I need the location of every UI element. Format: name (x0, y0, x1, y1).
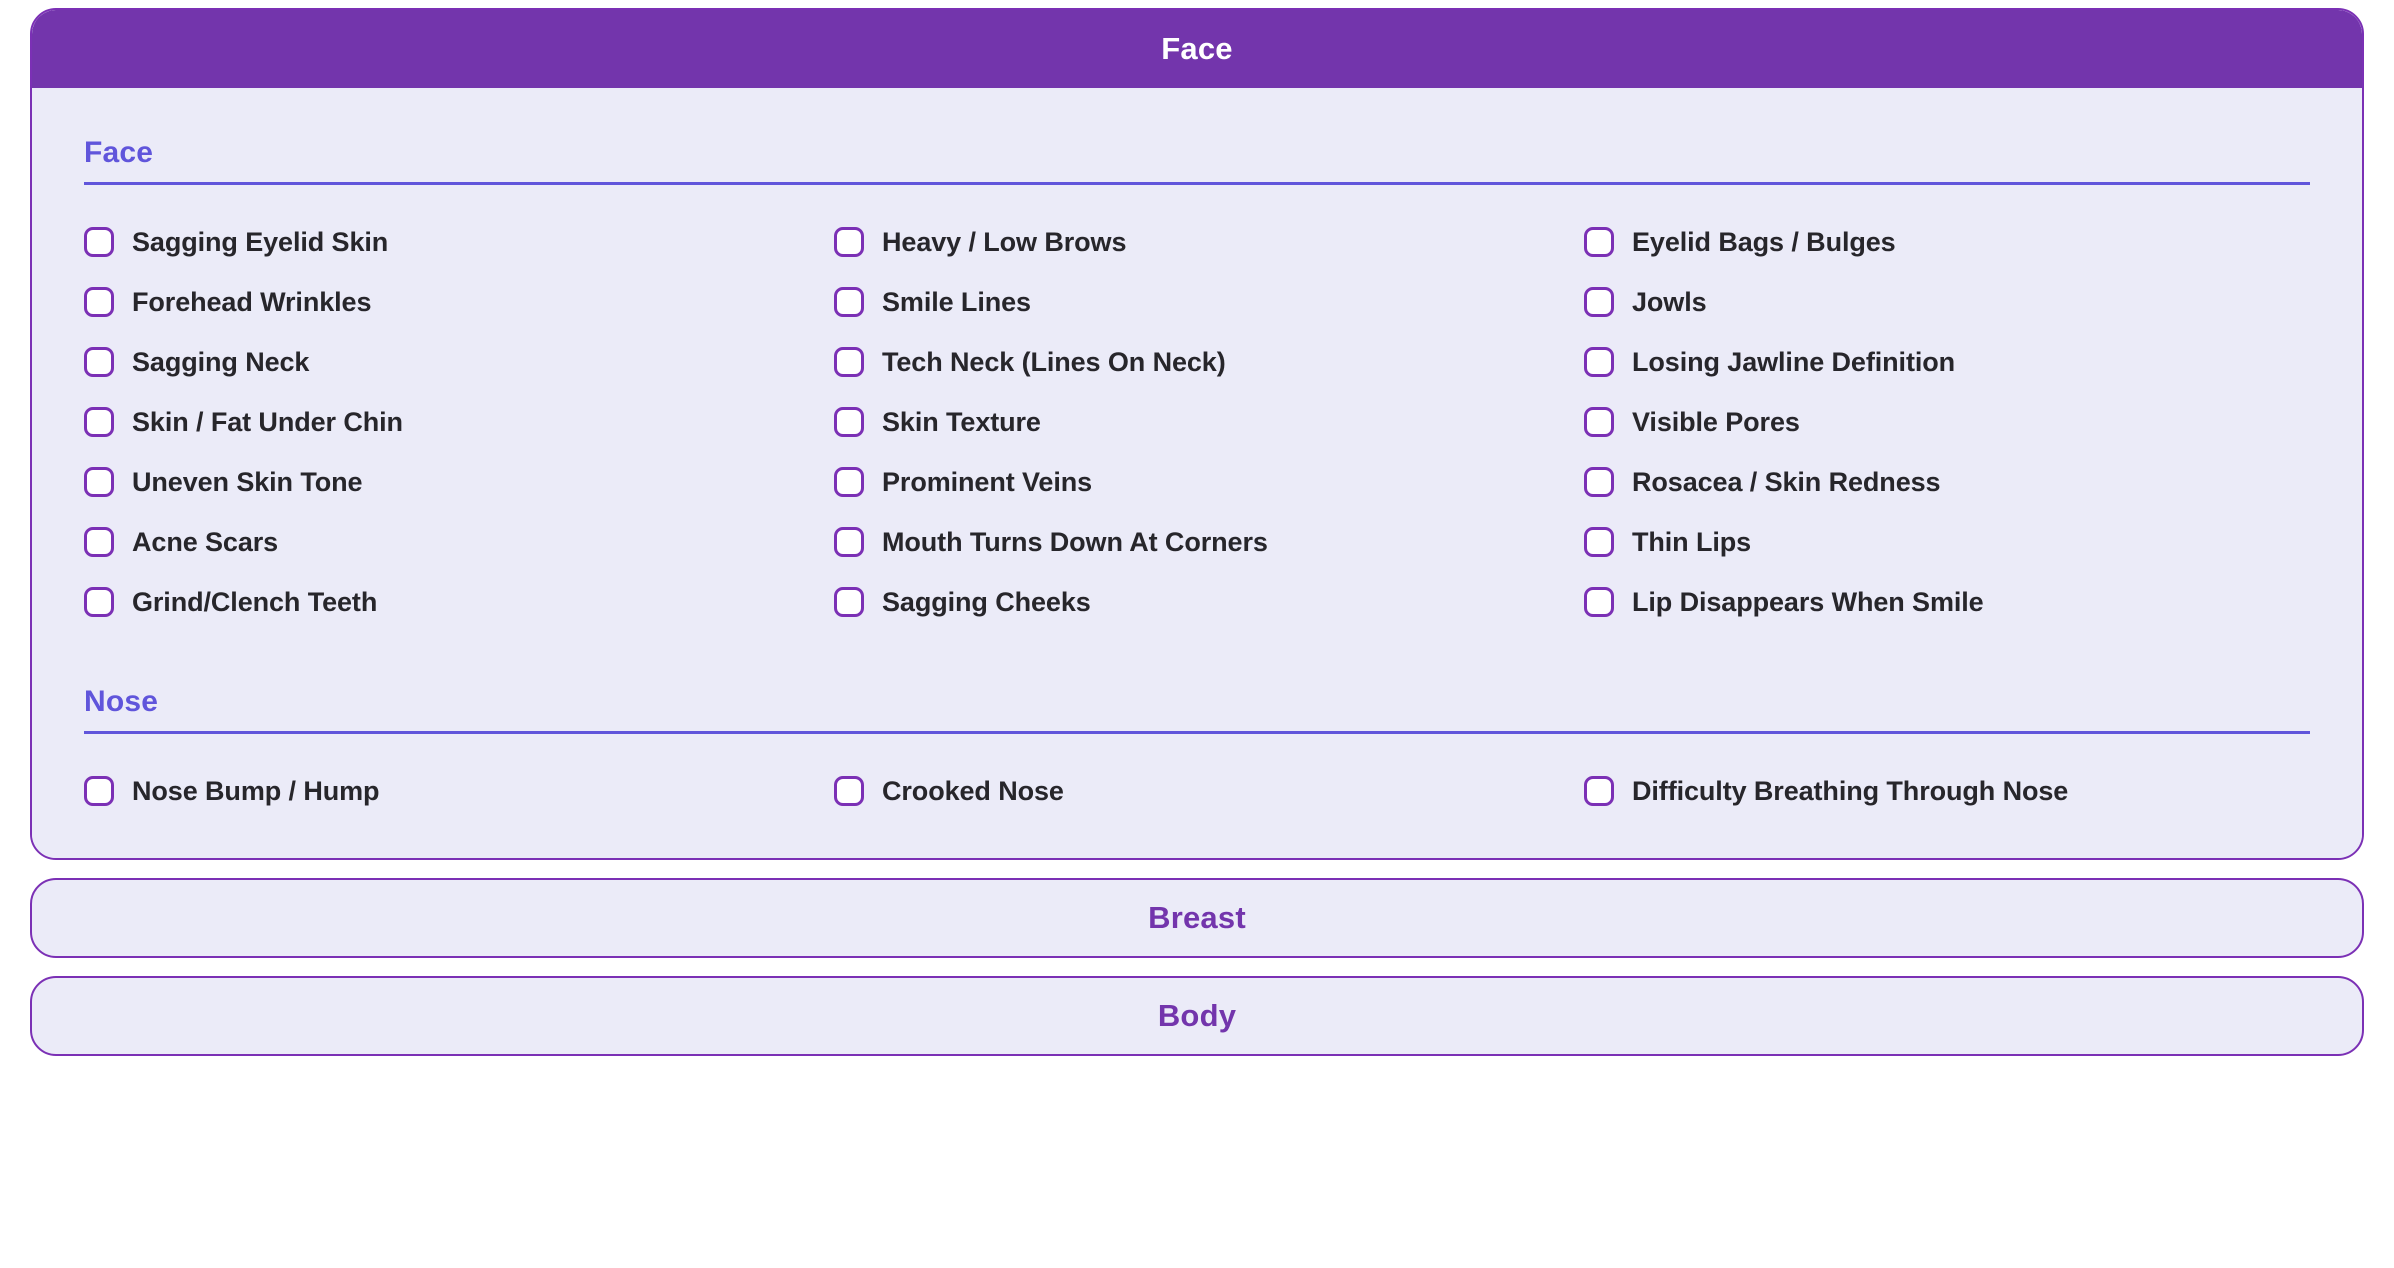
checkbox-label: Sagging Cheeks (882, 586, 1091, 617)
checkbox-item-sagging-cheeks[interactable]: Sagging Cheeks (834, 581, 1584, 623)
checkbox-label: Grind/Clench Teeth (132, 586, 378, 617)
checkbox-icon[interactable] (834, 776, 864, 806)
checkbox-item-forehead-wrinkles[interactable]: Forehead Wrinkles (84, 281, 834, 323)
checkbox-icon[interactable] (1584, 467, 1614, 497)
checkbox-label: Eyelid Bags / Bulges (1632, 226, 1896, 257)
checkbox-icon[interactable] (84, 227, 114, 257)
checkbox-item-thin-lips[interactable]: Thin Lips (1584, 521, 2310, 563)
checkbox-item-sagging-eyelid-skin[interactable]: Sagging Eyelid Skin (84, 221, 834, 263)
section-divider-face (84, 182, 2310, 185)
checkbox-item-difficulty-breathing-through-nose[interactable]: Difficulty Breathing Through Nose (1584, 770, 2310, 812)
checkbox-label: Uneven Skin Tone (132, 466, 363, 497)
checkbox-label: Skin / Fat Under Chin (132, 406, 403, 437)
checkbox-label: Rosacea / Skin Redness (1632, 466, 1941, 497)
checkbox-label: Smile Lines (882, 286, 1031, 317)
checkbox-item-acne-scars[interactable]: Acne Scars (84, 521, 834, 563)
checkbox-icon[interactable] (1584, 287, 1614, 317)
checkbox-label: Sagging Eyelid Skin (132, 226, 389, 257)
checkbox-icon[interactable] (1584, 407, 1614, 437)
checkbox-label: Prominent Veins (882, 466, 1093, 497)
checkbox-icon[interactable] (1584, 347, 1614, 377)
checkbox-grid-nose: Nose Bump / Hump Crooked Nose Difficulty… (84, 770, 2310, 812)
checkbox-item-nose-bump-hump[interactable]: Nose Bump / Hump (84, 770, 834, 812)
checkbox-label: Forehead Wrinkles (132, 286, 372, 317)
checkbox-icon[interactable] (834, 227, 864, 257)
checkbox-item-rosacea-skin-redness[interactable]: Rosacea / Skin Redness (1584, 461, 2310, 503)
checkbox-icon[interactable] (84, 287, 114, 317)
section-title-nose: Nose (84, 685, 159, 718)
accordion-header-face[interactable]: Face (32, 10, 2362, 88)
checkbox-item-lip-disappears-when-smile[interactable]: Lip Disappears When Smile (1584, 581, 2310, 623)
checkbox-icon[interactable] (1584, 227, 1614, 257)
checkbox-label: Losing Jawline Definition (1632, 346, 1956, 377)
accordion-collapsed-title: Breast (1148, 900, 1246, 935)
checkbox-icon[interactable] (84, 587, 114, 617)
checkbox-item-tech-neck[interactable]: Tech Neck (Lines On Neck) (834, 341, 1584, 383)
checkbox-label: Crooked Nose (882, 775, 1064, 806)
checkbox-item-prominent-veins[interactable]: Prominent Veins (834, 461, 1584, 503)
checkbox-label: Sagging Neck (132, 346, 310, 377)
checkbox-item-skin-fat-under-chin[interactable]: Skin / Fat Under Chin (84, 401, 834, 443)
checkbox-icon[interactable] (834, 527, 864, 557)
checkbox-item-smile-lines[interactable]: Smile Lines (834, 281, 1584, 323)
checkbox-icon[interactable] (1584, 587, 1614, 617)
checkbox-icon[interactable] (1584, 527, 1614, 557)
checkbox-item-heavy-low-brows[interactable]: Heavy / Low Brows (834, 221, 1584, 263)
checkbox-grid-face: Sagging Eyelid Skin Heavy / Low Brows Ey… (84, 221, 2310, 623)
accordion-header-title: Face (1161, 31, 1233, 66)
checkbox-icon[interactable] (1584, 776, 1614, 806)
checkbox-icon[interactable] (84, 467, 114, 497)
checkbox-item-crooked-nose[interactable]: Crooked Nose (834, 770, 1584, 812)
section-title-face: Face (84, 136, 154, 169)
checkbox-label: Mouth Turns Down At Corners (882, 526, 1268, 557)
checkbox-item-jowls[interactable]: Jowls (1584, 281, 2310, 323)
checkbox-icon[interactable] (84, 407, 114, 437)
checkbox-icon[interactable] (834, 587, 864, 617)
checkbox-label: Jowls (1632, 286, 1707, 317)
checkbox-icon[interactable] (834, 347, 864, 377)
checkbox-icon[interactable] (834, 407, 864, 437)
section-face: Face Sagging Eyelid Skin Heavy / Low Bro… (84, 136, 2310, 623)
checkbox-icon[interactable] (834, 287, 864, 317)
checkbox-item-sagging-neck[interactable]: Sagging Neck (84, 341, 834, 383)
accordion-body-section[interactable]: Body (30, 976, 2364, 1056)
checkbox-item-mouth-turns-down-at-corners[interactable]: Mouth Turns Down At Corners (834, 521, 1584, 563)
accordion-body-face: Face Sagging Eyelid Skin Heavy / Low Bro… (32, 88, 2362, 858)
checkbox-label: Lip Disappears When Smile (1632, 586, 1984, 617)
checkbox-label: Thin Lips (1632, 526, 1752, 557)
checkbox-item-skin-texture[interactable]: Skin Texture (834, 401, 1584, 443)
checkbox-label: Acne Scars (132, 526, 279, 557)
section-nose: Nose Nose Bump / Hump Crooked Nose Diffi… (84, 685, 2310, 812)
checkbox-item-losing-jawline-definition[interactable]: Losing Jawline Definition (1584, 341, 2310, 383)
checkbox-label: Tech Neck (Lines On Neck) (882, 346, 1226, 377)
accordion-face: Face Face Sagging Eyelid Skin Heavy / Lo… (30, 8, 2364, 860)
checkbox-icon[interactable] (84, 527, 114, 557)
checkbox-icon[interactable] (84, 347, 114, 377)
checkbox-label: Nose Bump / Hump (132, 775, 380, 806)
checkbox-item-eyelid-bags-bulges[interactable]: Eyelid Bags / Bulges (1584, 221, 2310, 263)
section-divider-nose (84, 731, 2310, 734)
checkbox-item-visible-pores[interactable]: Visible Pores (1584, 401, 2310, 443)
accordion-collapsed-title: Body (1157, 998, 1237, 1033)
concerns-checklist-page: Face Face Sagging Eyelid Skin Heavy / Lo… (0, 0, 2394, 1268)
checkbox-label: Visible Pores (1632, 406, 1800, 437)
checkbox-label: Heavy / Low Brows (882, 226, 1127, 257)
checkbox-label: Skin Texture (882, 406, 1041, 437)
checkbox-item-grind-clench-teeth[interactable]: Grind/Clench Teeth (84, 581, 834, 623)
checkbox-label: Difficulty Breathing Through Nose (1632, 775, 2069, 806)
checkbox-icon[interactable] (834, 467, 864, 497)
checkbox-item-uneven-skin-tone[interactable]: Uneven Skin Tone (84, 461, 834, 503)
accordion-breast[interactable]: Breast (30, 878, 2364, 958)
checkbox-icon[interactable] (84, 776, 114, 806)
